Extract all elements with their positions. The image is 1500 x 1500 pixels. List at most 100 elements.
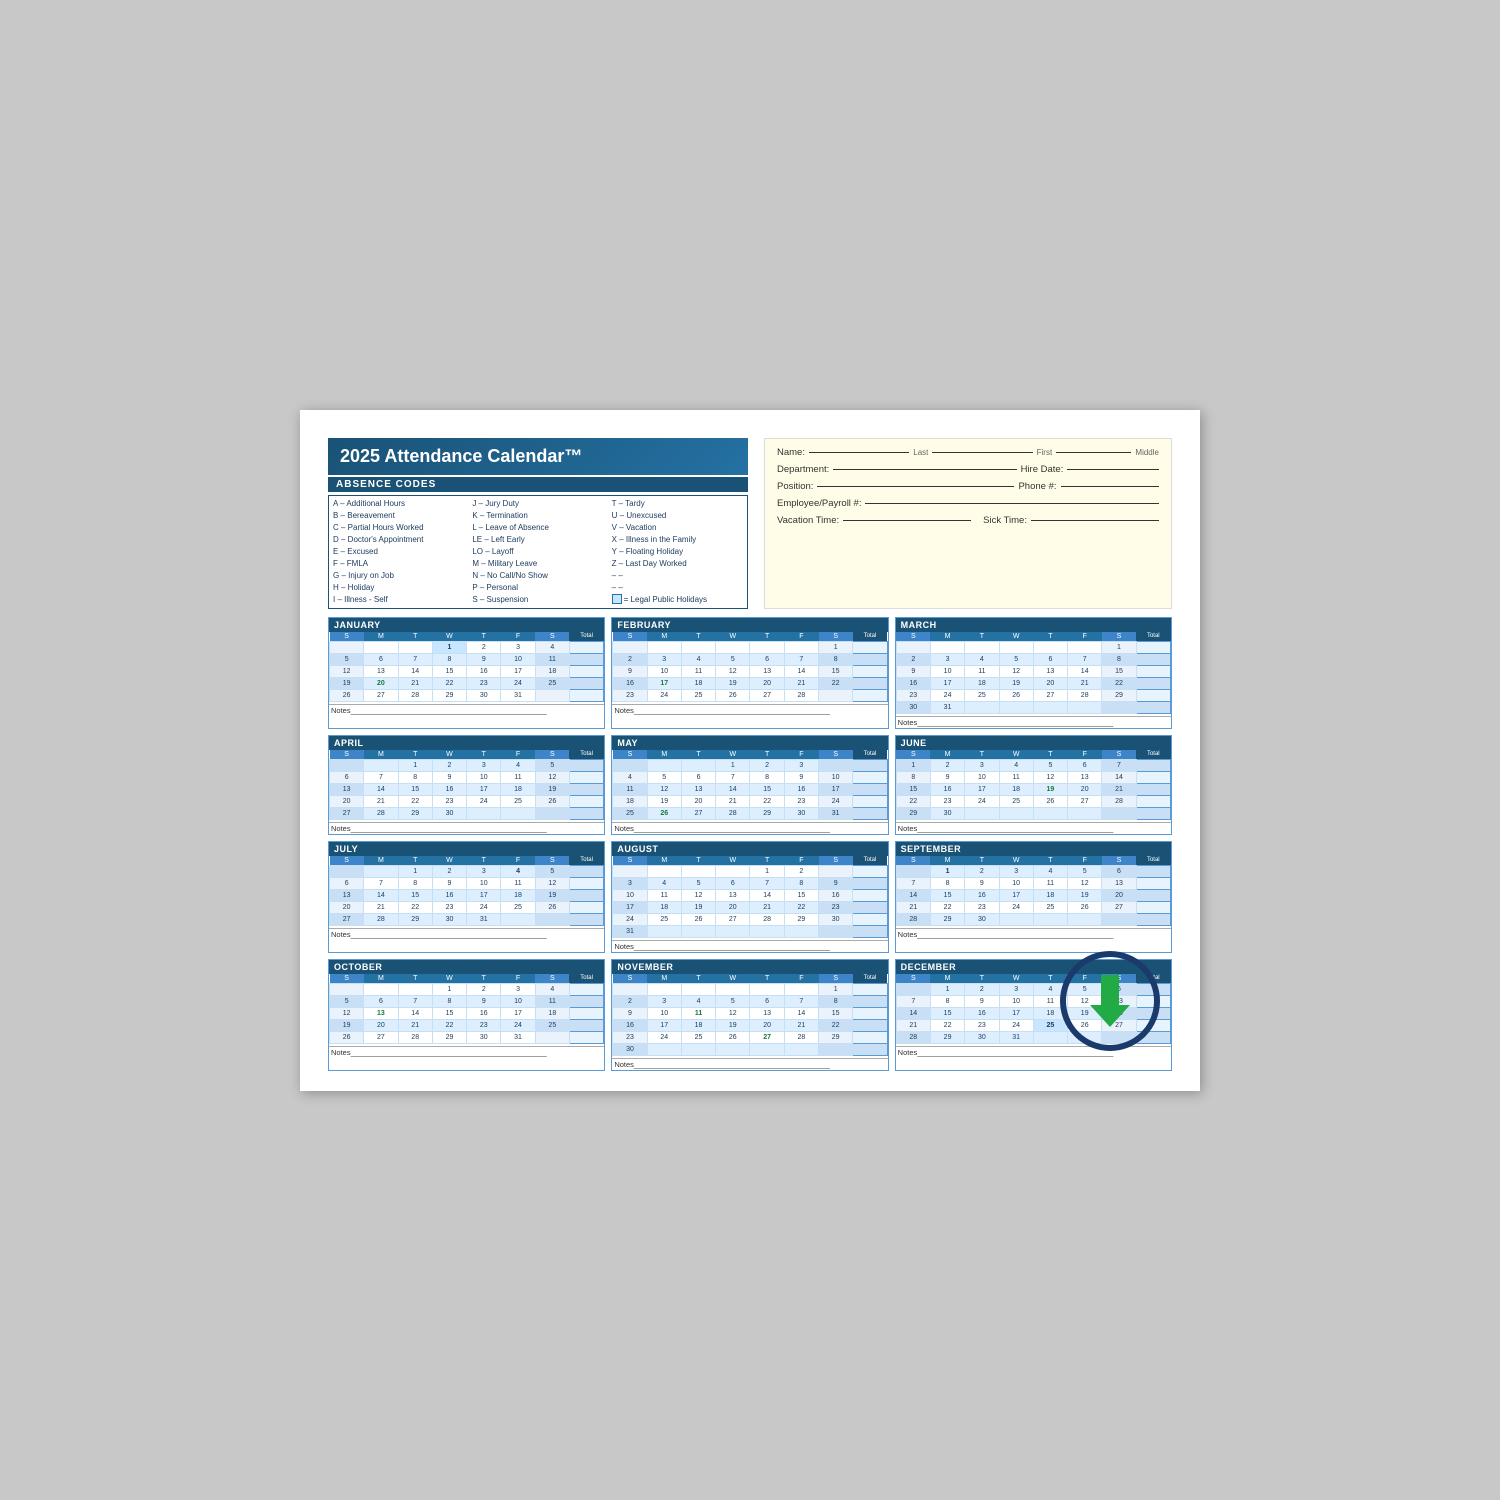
total-cell (569, 677, 603, 689)
calendars-grid: JANUARYSMTWTFSTotal123456789101112131415… (328, 617, 1172, 1071)
week-row: 262728293031 (330, 689, 604, 701)
col-header-t-2: T (398, 632, 432, 642)
col-header-t-4: T (1033, 750, 1067, 760)
month-title-july: JULY (329, 842, 604, 856)
month-march: MARCHSMTWTFSTotal12345678910111213141516… (895, 617, 1172, 729)
day-cell (1102, 913, 1136, 925)
total-cell (853, 865, 887, 877)
day-cell: 9 (930, 771, 964, 783)
day-cell: 10 (501, 653, 535, 665)
day-cell: 30 (613, 1043, 647, 1055)
day-cell: 30 (784, 807, 818, 819)
week-row: 31 (613, 925, 887, 937)
week-row: 22232425262728 (896, 795, 1170, 807)
day-cell: 17 (965, 783, 999, 795)
col-header-t-2: T (965, 632, 999, 642)
day-cell: 11 (535, 653, 569, 665)
week-row: 16171819202122 (613, 1019, 887, 1031)
day-cell (750, 983, 784, 995)
day-cell: 15 (432, 1007, 466, 1019)
day-cell: 26 (535, 795, 569, 807)
day-cell: 16 (819, 889, 853, 901)
day-cell: 17 (647, 1019, 681, 1031)
day-cell: 10 (965, 771, 999, 783)
day-cell: 15 (819, 665, 853, 677)
col-header-s-0: S (330, 632, 364, 642)
day-cell: 22 (896, 795, 930, 807)
day-cell: 20 (1102, 889, 1136, 901)
day-cell: 29 (432, 1031, 466, 1043)
day-cell: 6 (716, 877, 750, 889)
day-cell: 24 (467, 901, 501, 913)
day-cell: 1 (930, 983, 964, 995)
day-cell (896, 983, 930, 995)
day-cell: 30 (965, 913, 999, 925)
col-header-f-5: F (784, 974, 818, 984)
total-cell (853, 913, 887, 925)
day-cell: 24 (999, 901, 1033, 913)
day-cell: 18 (535, 665, 569, 677)
day-cell: 14 (896, 889, 930, 901)
day-cell: 6 (330, 877, 364, 889)
total-cell (853, 1043, 887, 1055)
col-header-m-1: M (930, 856, 964, 866)
day-cell (364, 865, 398, 877)
cal-table-march: SMTWTFSTotal1234567891011121314151617181… (896, 632, 1171, 714)
day-cell: 24 (647, 1031, 681, 1043)
day-cell: 3 (501, 983, 535, 995)
total-cell (853, 759, 887, 771)
col-header-f-5: F (1068, 856, 1102, 866)
day-cell: 10 (930, 665, 964, 677)
col-header-f-5: F (501, 750, 535, 760)
day-cell: 6 (364, 995, 398, 1007)
week-row: 891011121314 (896, 771, 1170, 783)
day-cell (784, 641, 818, 653)
day-cell: 12 (330, 665, 364, 677)
week-row: 2345678 (896, 653, 1170, 665)
day-cell: 14 (398, 1007, 432, 1019)
day-cell: 2 (432, 759, 466, 771)
col-header-t-2: T (398, 974, 432, 984)
day-cell: 18 (681, 677, 715, 689)
week-row: 1 (613, 641, 887, 653)
day-cell: 1 (398, 865, 432, 877)
day-cell: 1 (1102, 641, 1136, 653)
day-cell: 8 (930, 995, 964, 1007)
day-cell: 4 (613, 771, 647, 783)
day-cell: 6 (750, 653, 784, 665)
day-cell (716, 1043, 750, 1055)
holiday-box-icon (612, 594, 622, 604)
day-cell: 20 (330, 795, 364, 807)
day-cell: 10 (819, 771, 853, 783)
day-cell: 26 (716, 1031, 750, 1043)
day-cell: 6 (330, 771, 364, 783)
day-cell: 7 (398, 995, 432, 1007)
sick-input-line (1031, 520, 1159, 521)
day-cell: 29 (398, 807, 432, 819)
week-row: 567891011 (330, 653, 604, 665)
month-title-november: NOVEMBER (612, 960, 887, 974)
day-cell: 8 (784, 877, 818, 889)
col-header-w-3: W (999, 974, 1033, 984)
day-cell: 2 (613, 995, 647, 1007)
day-cell: 1 (819, 641, 853, 653)
day-cell (819, 759, 853, 771)
total-cell (569, 1019, 603, 1031)
absence-codes: A – Additional Hours B – Bereavement C –… (328, 495, 748, 609)
day-cell: 2 (750, 759, 784, 771)
hire-label: Hire Date: (1021, 464, 1064, 475)
total-cell (853, 889, 887, 901)
cal-table-october: SMTWTFSTotal1234567891011121314151617181… (329, 974, 604, 1044)
col-header-s-6: S (535, 856, 569, 866)
day-cell: 14 (784, 1007, 818, 1019)
day-cell: 10 (999, 995, 1033, 1007)
day-cell: 8 (398, 771, 432, 783)
day-cell (750, 641, 784, 653)
download-overlay[interactable] (1060, 951, 1170, 1061)
right-panel: Name: Last First Middle Department: Hire… (764, 438, 1172, 609)
day-cell: 9 (819, 877, 853, 889)
day-cell (535, 807, 569, 819)
total-cell (569, 807, 603, 819)
day-cell: 27 (330, 913, 364, 925)
day-cell: 25 (535, 677, 569, 689)
